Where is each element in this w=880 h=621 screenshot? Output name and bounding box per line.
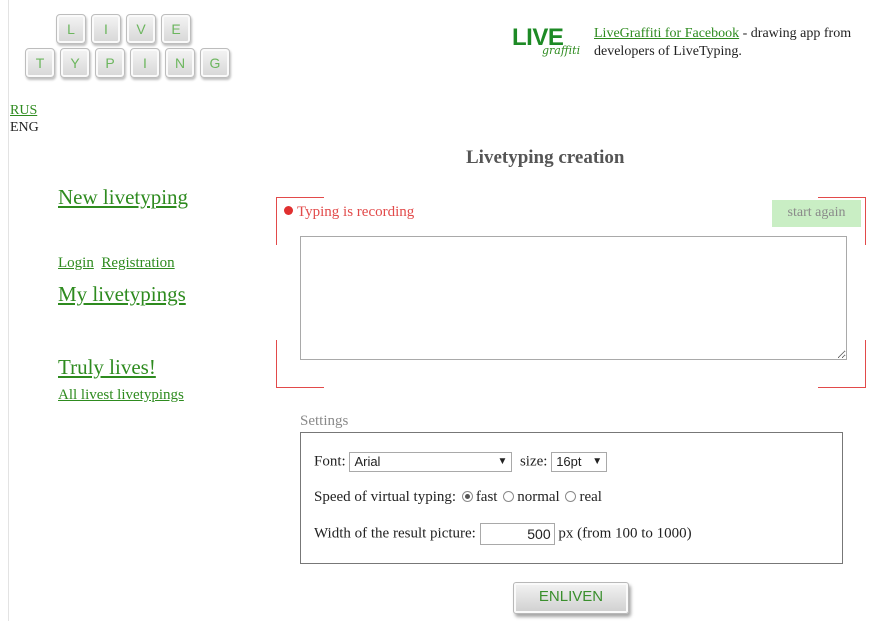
logo-key: L — [56, 14, 86, 44]
width-row: Width of the result picture: 500 px (fro… — [314, 523, 692, 545]
speed-fast-label[interactable]: fast — [476, 489, 498, 505]
size-select-value: 16pt — [556, 454, 582, 469]
logo-key: T — [25, 48, 55, 78]
registration-link[interactable]: Registration — [101, 255, 174, 271]
logo-key: Y — [60, 48, 90, 78]
speed-normal-radio[interactable] — [503, 491, 515, 502]
settings-legend: Settings — [300, 413, 349, 429]
width-input[interactable]: 500 — [479, 523, 555, 545]
livegraffiti-logo-subtext: graffiti — [542, 44, 581, 57]
speed-label: Speed of virtual typing: — [314, 489, 457, 505]
livetyping-logo[interactable]: L I V E T Y P I N G — [25, 14, 265, 90]
livegraffiti-link[interactable]: LiveGraffiti for Facebook — [594, 26, 739, 41]
logo-key: I — [91, 14, 121, 44]
all-livest-link[interactable]: All livest livetypings — [58, 387, 184, 404]
size-label: size: — [519, 453, 548, 470]
settings-fieldset: Font: Arial ▼ size: 16pt ▼ Speed of virt… — [300, 432, 843, 564]
page-left-rule — [8, 0, 9, 621]
logo-key: G — [200, 48, 230, 78]
page-title: Livetyping creation — [466, 147, 625, 168]
logo-key: E — [161, 14, 191, 44]
recording-status-text: Typing is recording — [297, 204, 415, 220]
size-select[interactable]: 16pt ▼ — [551, 452, 608, 472]
speed-row: Speed of virtual typing: fast normal rea… — [314, 489, 602, 506]
language-switcher: RUS ENG — [10, 102, 39, 136]
new-livetyping-link[interactable]: New livetyping — [58, 185, 188, 210]
typing-textarea[interactable] — [300, 236, 847, 360]
speed-fast-radio[interactable] — [461, 491, 473, 502]
dropdown-arrow-icon: ▼ — [497, 456, 508, 467]
lang-rus-link[interactable]: RUS — [10, 103, 37, 118]
livegraffiti-promo: LIVE graffiti LiveGraffiti for Facebook … — [512, 24, 872, 74]
start-again-button[interactable]: start again — [772, 200, 861, 227]
login-link[interactable]: Login — [58, 255, 94, 271]
speed-real-label[interactable]: real — [579, 489, 601, 505]
auth-links: Login Registration — [58, 255, 175, 272]
logo-key: I — [130, 48, 160, 78]
logo-key: V — [126, 14, 156, 44]
lang-eng-current: ENG — [10, 120, 39, 135]
width-label: Width of the result picture: — [314, 525, 476, 542]
logo-key: P — [95, 48, 125, 78]
font-label: Font: — [314, 453, 346, 470]
font-select-value: Arial — [354, 454, 381, 469]
enliven-button[interactable]: ENLIVEN — [513, 582, 629, 614]
font-select[interactable]: Arial ▼ — [349, 452, 513, 472]
dropdown-arrow-icon: ▼ — [592, 456, 603, 467]
speed-normal-label[interactable]: normal — [517, 489, 560, 505]
my-livetypings-link[interactable]: My livetypings — [58, 282, 186, 307]
livegraffiti-logo[interactable]: LIVE graffiti — [512, 24, 590, 70]
record-dot-icon — [284, 206, 293, 215]
promo-text: LiveGraffiti for Facebook - drawing app … — [594, 25, 874, 61]
speed-real-radio[interactable] — [565, 491, 577, 502]
width-suffix: px (from 100 to 1000) — [558, 525, 692, 542]
logo-key: N — [165, 48, 195, 78]
truly-lives-link[interactable]: Truly lives! — [58, 355, 156, 380]
recording-status: Typing is recording — [284, 204, 414, 221]
font-row: Font: Arial ▼ size: 16pt ▼ — [314, 452, 608, 472]
